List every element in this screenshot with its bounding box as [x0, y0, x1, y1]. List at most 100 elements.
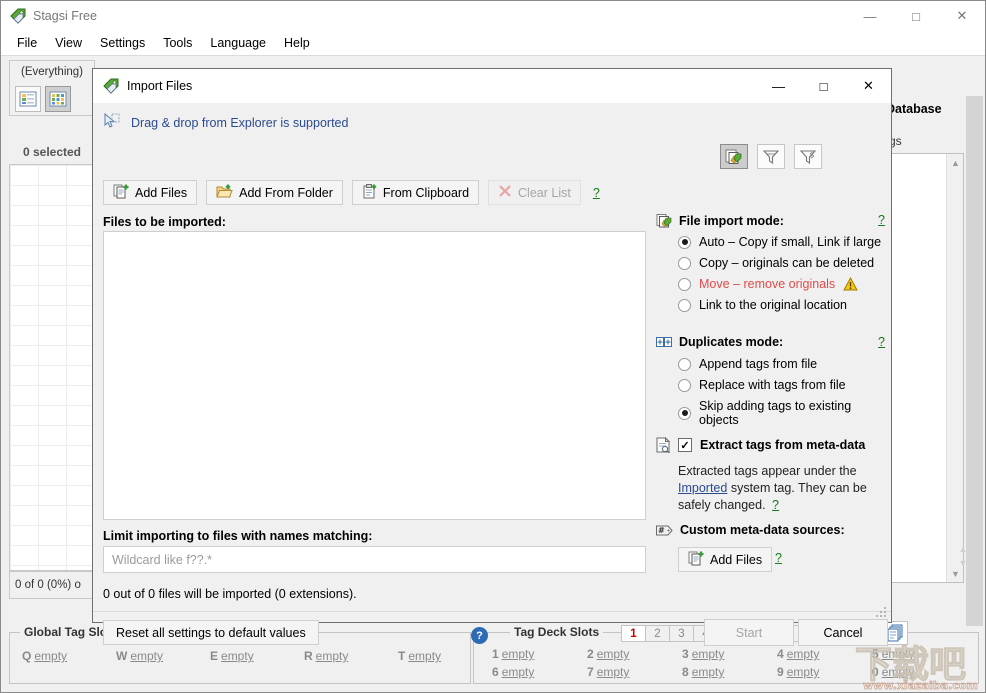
database-scrollbar[interactable]: ▲ ▼ — [946, 154, 963, 582]
object-grid-area[interactable] — [9, 164, 95, 571]
duplicates-mode-help-icon[interactable]: ? — [878, 335, 885, 349]
deck-slot-0[interactable]: 0 empty — [872, 665, 967, 679]
radio-dup-append-indicator[interactable] — [678, 357, 691, 371]
file-source-help-icon[interactable]: ? — [593, 186, 600, 200]
tab-everything[interactable]: (Everything) — [9, 60, 95, 82]
radio-import-link[interactable]: Link to the original location — [678, 298, 847, 312]
deck-slot-9-value[interactable]: empty — [787, 665, 820, 679]
deck-slot-2-value[interactable]: empty — [597, 647, 630, 661]
radio-import-copy[interactable]: Copy – originals can be deleted — [678, 256, 874, 270]
deck-slot-7-value[interactable]: empty — [597, 665, 630, 679]
close-button[interactable]: ✕ — [939, 1, 985, 31]
radio-import-copy-indicator[interactable] — [678, 256, 691, 270]
radio-dup-skip[interactable]: Skip adding tags to existing objects — [678, 399, 893, 427]
menu-tools[interactable]: Tools — [154, 32, 201, 54]
radio-import-auto[interactable]: Auto – Copy if small, Link if large — [678, 235, 881, 249]
clear-list-button[interactable]: Clear List — [488, 180, 581, 205]
global-slot-q-value[interactable]: empty — [34, 649, 67, 663]
deck-slot-5-value[interactable]: empty — [882, 647, 915, 661]
global-slot-e[interactable]: Eempty — [210, 649, 304, 663]
deck-slot-8-value[interactable]: empty — [692, 665, 725, 679]
file-import-mode-help-icon[interactable]: ? — [878, 213, 885, 227]
global-slot-e-value[interactable]: empty — [221, 649, 254, 663]
radio-dup-replace-indicator[interactable] — [678, 378, 691, 392]
deck-tab-2[interactable]: 2 — [645, 625, 670, 642]
deck-slot-1[interactable]: 1 empty — [492, 647, 587, 661]
chevron-up-icon[interactable]: ▲ — [959, 542, 968, 556]
chevron-down-icon[interactable]: ▼ — [959, 556, 968, 570]
deck-slot-4-value[interactable]: empty — [787, 647, 820, 661]
dialog-close-button[interactable]: ✕ — [846, 69, 891, 103]
deck-slot-6-value[interactable]: empty — [502, 665, 535, 679]
deck-slot-8[interactable]: 8 empty — [682, 665, 777, 679]
radio-import-link-indicator[interactable] — [678, 298, 691, 312]
menu-file[interactable]: File — [8, 32, 46, 54]
minimize-button[interactable]: — — [847, 1, 893, 31]
radio-import-move-label: Move – remove originals — [699, 277, 836, 291]
menu-settings[interactable]: Settings — [91, 32, 154, 54]
grid-view-button[interactable] — [45, 85, 71, 112]
radio-import-move-indicator[interactable] — [678, 277, 691, 291]
deck-slot-3-key: 3 — [682, 647, 689, 661]
global-slot-r[interactable]: Rempty — [304, 649, 398, 663]
menu-view[interactable]: View — [46, 32, 91, 54]
files-list[interactable] — [103, 231, 646, 520]
deck-slot-6[interactable]: 6 empty — [492, 665, 587, 679]
radio-dup-skip-label: Skip adding tags to existing objects — [699, 399, 852, 427]
add-files-button[interactable]: Add Files — [103, 180, 198, 205]
deck-slot-7[interactable]: 7 empty — [587, 665, 682, 679]
deck-slot-3-value[interactable]: empty — [692, 647, 725, 661]
menu-help[interactable]: Help — [275, 32, 319, 54]
from-clipboard-button[interactable]: From Clipboard — [351, 180, 480, 205]
list-view-button[interactable] — [15, 85, 41, 112]
start-button[interactable]: Start — [704, 619, 794, 646]
tag-deck-help-icon[interactable]: ? — [471, 627, 488, 644]
limit-wildcard-input[interactable]: Wildcard like f??.* — [103, 546, 646, 573]
extract-meta-checkbox[interactable]: ✓ — [678, 438, 692, 452]
radio-import-auto-indicator[interactable] — [678, 235, 691, 249]
deck-slot-1-value[interactable]: empty — [502, 647, 535, 661]
deck-slot-4[interactable]: 4 empty — [777, 647, 872, 661]
close-x-icon — [498, 184, 512, 201]
radio-import-move[interactable]: Move – remove originals — [678, 277, 859, 291]
radio-import-auto-label: Auto – Copy if small, Link if large — [699, 235, 882, 249]
global-slot-w-value[interactable]: empty — [130, 649, 163, 663]
radio-dup-skip-indicator[interactable] — [678, 406, 691, 420]
add-from-folder-button[interactable]: Add From Folder — [206, 180, 343, 205]
import-files-icon — [656, 213, 672, 228]
reset-settings-button[interactable]: Reset all settings to default values — [103, 620, 319, 645]
dialog-maximize-button[interactable]: □ — [801, 69, 846, 103]
file-import-mode-title: File import mode: — [679, 213, 784, 228]
custom-meta-add-files-button[interactable]: Add Files — [678, 547, 773, 572]
extract-meta-help-icon[interactable]: ? — [772, 498, 779, 512]
resize-grip[interactable] — [876, 607, 888, 619]
custom-meta-help-icon[interactable]: ? — [775, 551, 782, 565]
deck-slot-0-value[interactable]: empty — [882, 665, 915, 679]
status-bar-left: 0 of 0 (0%) o — [9, 571, 95, 599]
dialog-minimize-button[interactable]: — — [756, 69, 801, 103]
chevron-up-icon[interactable]: ▲ — [947, 154, 964, 171]
files-to-be-imported-label: Files to be imported: — [103, 215, 226, 229]
deck-slot-9[interactable]: 9 empty — [777, 665, 872, 679]
imported-system-tag-link[interactable]: Imported — [678, 481, 727, 495]
cancel-button[interactable]: Cancel — [798, 619, 888, 646]
extract-meta-row[interactable]: ✓ Extract tags from meta-data — [656, 437, 865, 453]
radio-dup-replace[interactable]: Replace with tags from file — [678, 378, 846, 392]
radio-dup-append[interactable]: Append tags from file — [678, 357, 817, 371]
deck-slot-3[interactable]: 3 empty — [682, 647, 777, 661]
deck-tab-1[interactable]: 1 — [621, 625, 646, 642]
maximize-button[interactable]: □ — [893, 1, 939, 31]
deck-tab-3[interactable]: 3 — [669, 625, 694, 642]
menu-language[interactable]: Language — [201, 32, 275, 54]
file-import-mode-header: File import mode: — [656, 213, 784, 228]
global-slot-t-value[interactable]: empty — [408, 649, 441, 663]
global-slot-q[interactable]: Qempty — [22, 649, 116, 663]
duplicates-mode-header: Duplicates mode: — [656, 335, 783, 349]
deck-slot-2[interactable]: 2 empty — [587, 647, 682, 661]
database-panel[interactable]: ▲ ▼ — [890, 153, 964, 583]
global-slot-r-value[interactable]: empty — [316, 649, 349, 663]
deck-slot-5[interactable]: 5 empty — [872, 647, 967, 661]
global-slot-w[interactable]: Wempty — [116, 649, 210, 663]
options-scroll-spinner[interactable]: ▲ ▼ — [954, 540, 972, 572]
global-slot-t-key: T — [398, 649, 406, 663]
